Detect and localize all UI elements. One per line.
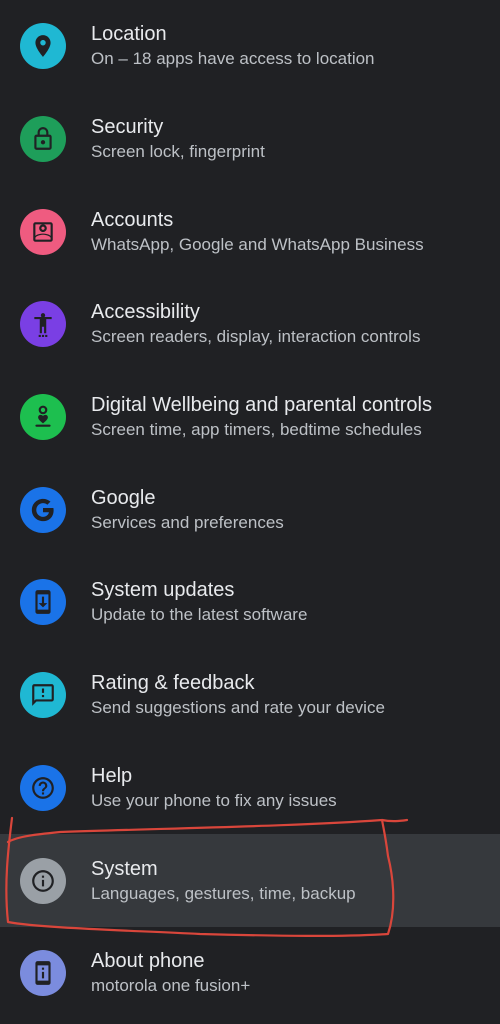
settings-item-subtitle: Screen time, app timers, bedtime schedul… <box>91 420 422 440</box>
settings-item-title: Help <box>91 764 133 787</box>
settings-item-system[interactable]: System Languages, gestures, time, backup <box>0 834 500 927</box>
settings-item-subtitle: Screen lock, fingerprint <box>91 142 265 162</box>
settings-item-subtitle: Send suggestions and rate your device <box>91 698 385 718</box>
system-update-icon <box>20 579 66 626</box>
settings-item-rating-feedback[interactable]: Rating & feedback Send suggestions and r… <box>0 649 500 742</box>
settings-item-about-phone[interactable]: About phone motorola one fusion+ <box>0 927 500 1020</box>
settings-item-title: Accessibility <box>91 301 200 324</box>
settings-list: Location On – 18 apps have access to loc… <box>0 0 500 1020</box>
location-icon <box>20 23 66 70</box>
settings-item-title: Google <box>91 486 156 509</box>
wellbeing-icon <box>20 394 66 441</box>
lock-icon <box>20 116 66 163</box>
settings-item-subtitle: Services and preferences <box>91 512 284 532</box>
settings-item-subtitle: Screen readers, display, interaction con… <box>91 327 421 347</box>
settings-item-google[interactable]: Google Services and preferences <box>0 463 500 556</box>
settings-item-title: System <box>91 857 158 880</box>
settings-item-help[interactable]: Help Use your phone to fix any issues <box>0 742 500 835</box>
settings-item-title: About phone <box>91 950 205 973</box>
accessibility-icon <box>20 301 66 348</box>
settings-item-security[interactable]: Security Screen lock, fingerprint <box>0 93 500 186</box>
settings-item-title: System updates <box>91 579 235 602</box>
settings-item-title: Digital Wellbeing and parental controls <box>91 394 432 417</box>
settings-item-subtitle: Use your phone to fix any issues <box>91 790 337 810</box>
settings-item-accounts[interactable]: Accounts WhatsApp, Google and WhatsApp B… <box>0 185 500 278</box>
settings-item-title: Security <box>91 116 164 139</box>
settings-item-title: Rating & feedback <box>91 672 255 695</box>
settings-item-system-updates[interactable]: System updates Update to the latest soft… <box>0 556 500 649</box>
settings-item-subtitle: motorola one fusion+ <box>91 976 251 996</box>
settings-item-subtitle: Update to the latest software <box>91 605 308 625</box>
settings-item-subtitle: On – 18 apps have access to location <box>91 49 375 69</box>
settings-item-subtitle: WhatsApp, Google and WhatsApp Business <box>91 234 424 254</box>
settings-item-title: Location <box>91 23 167 46</box>
settings-item-title: Accounts <box>91 208 174 231</box>
settings-item-digital-wellbeing[interactable]: Digital Wellbeing and parental controls … <box>0 371 500 464</box>
settings-item-subtitle: Languages, gestures, time, backup <box>91 883 356 903</box>
info-icon <box>20 857 66 904</box>
google-icon <box>20 486 66 533</box>
settings-item-accessibility[interactable]: Accessibility Screen readers, display, i… <box>0 278 500 371</box>
settings-item-location[interactable]: Location On – 18 apps have access to loc… <box>0 0 500 93</box>
feedback-icon <box>20 672 66 719</box>
help-icon <box>20 764 66 811</box>
account-icon <box>20 208 66 255</box>
phone-info-icon <box>20 950 66 997</box>
